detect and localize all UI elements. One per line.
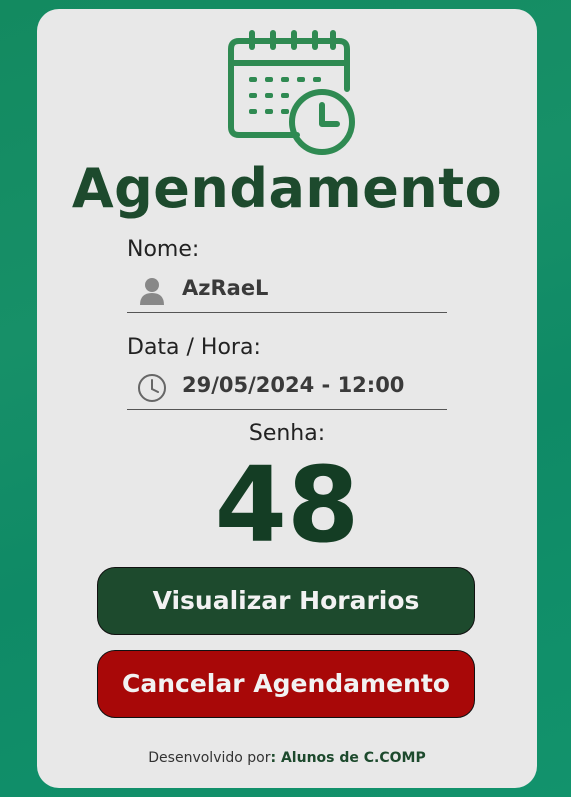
clock-icon [138, 374, 166, 402]
data-hora-label: Data / Hora: [127, 335, 261, 360]
appointment-card: Agendamento Nome: AzRaeL Data / Hora: 29… [37, 9, 537, 788]
data-hora-field: 29/05/2024 - 12:00 [127, 369, 447, 410]
nome-label: Nome: [127, 237, 200, 262]
cancelar-agendamento-button[interactable]: Cancelar Agendamento [97, 650, 475, 718]
senha-label: Senha: [248, 421, 326, 446]
footer-credits: Desenvolvido por: Alunos de C.COMP [37, 750, 537, 766]
footer-prefix: Desenvolvido por [148, 750, 271, 766]
nome-field: AzRaeL [127, 272, 447, 313]
senha-number: 48 [214, 444, 360, 566]
calendar-clock-icon [228, 30, 355, 155]
page-title: Agendamento [71, 157, 503, 220]
nome-value: AzRaeL [182, 276, 269, 300]
user-icon [140, 278, 164, 305]
footer-author: Alunos de C.COMP [276, 750, 426, 766]
data-hora-value: 29/05/2024 - 12:00 [182, 373, 405, 397]
visualizar-horarios-button[interactable]: Visualizar Horarios [97, 567, 475, 635]
